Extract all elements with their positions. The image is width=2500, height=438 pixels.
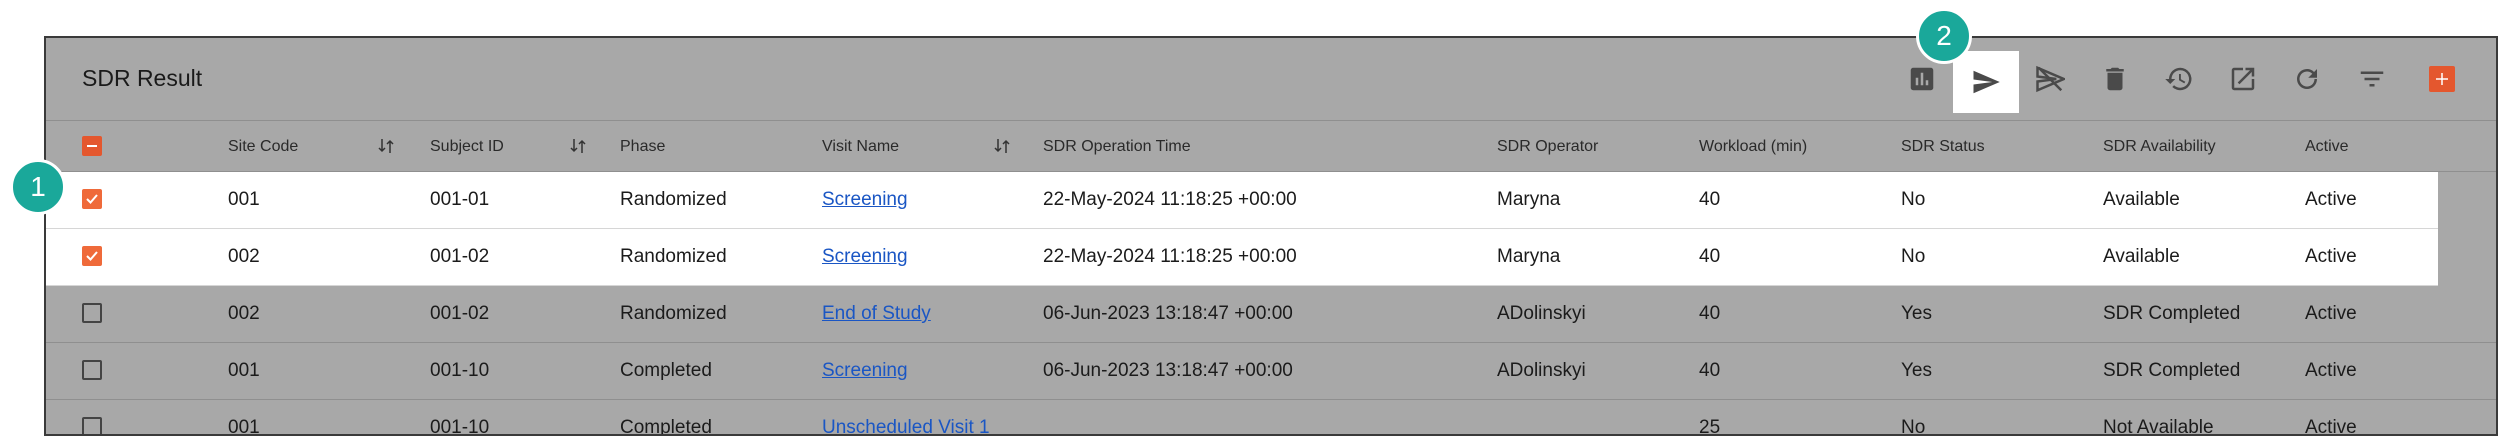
cell-workload: 40 (1699, 360, 1721, 381)
cell-status: Yes (1901, 303, 1932, 324)
cell-workload: 25 (1699, 417, 1721, 436)
unsend-icon (2036, 65, 2065, 93)
column-header-status: SDR Status (1901, 138, 1985, 155)
send-button[interactable] (1953, 51, 2019, 113)
callout-badge-2: 2 (1916, 8, 1972, 64)
row-checkbox[interactable] (82, 189, 102, 209)
unsend-button[interactable] (2031, 60, 2069, 98)
cell-phase: Randomized (620, 303, 727, 324)
cell-phase: Randomized (620, 189, 727, 210)
cell-operation-time: 06-Jun-2023 13:18:47 +00:00 (1043, 303, 1293, 324)
checkmark-icon (86, 194, 98, 204)
cell-site-code: 001 (228, 417, 260, 436)
visit-name-link[interactable]: Screening (822, 246, 908, 268)
cell-availability: SDR Completed (2103, 303, 2241, 324)
select-all-checkbox[interactable] (82, 136, 102, 156)
column-header-subject-id: Subject ID (430, 138, 504, 155)
table-row[interactable]: 002 001-02 Randomized Screening 22-May-2… (46, 229, 2438, 286)
row-checkbox[interactable] (82, 360, 102, 380)
delete-button[interactable] (2096, 60, 2134, 98)
cell-phase: Completed (620, 360, 712, 381)
checkmark-icon (86, 251, 98, 261)
cell-operator: ADolinskyi (1497, 360, 1586, 381)
add-button[interactable] (2429, 66, 2455, 92)
refresh-icon (2297, 69, 2317, 89)
chart-button[interactable] (1903, 60, 1941, 98)
cell-active: Active (2305, 303, 2357, 324)
column-header-availability: SDR Availability (2103, 138, 2216, 155)
history-icon (2165, 67, 2192, 91)
refresh-button[interactable] (2288, 60, 2326, 98)
add-icon (2436, 73, 2448, 85)
cell-availability: Available (2103, 246, 2180, 267)
column-header-active: Active (2305, 138, 2349, 155)
cell-operation-time: 06-Jun-2023 13:18:47 +00:00 (1043, 360, 1293, 381)
column-header-phase: Phase (620, 138, 666, 155)
cell-site-code: 001 (228, 360, 260, 381)
table-header: Site Code Subject ID Phase Visit Name SD… (46, 121, 2496, 172)
history-button[interactable] (2160, 60, 2198, 98)
cell-operator: Maryna (1497, 189, 1561, 210)
panel-header: SDR Result (46, 38, 2496, 121)
visit-name-link[interactable]: Screening (822, 189, 908, 211)
cell-operator: ADolinskyi (1497, 303, 1586, 324)
cell-workload: 40 (1699, 246, 1721, 267)
visit-name-link[interactable]: Screening (822, 360, 908, 382)
cell-status: No (1901, 417, 1926, 436)
cell-subject-id: 001-02 (430, 303, 490, 324)
callout-badge-1: 1 (10, 159, 66, 215)
table-row[interactable]: 001 001-10 Completed Screening 06-Jun-20… (46, 343, 2496, 400)
row-checkbox[interactable] (82, 417, 102, 434)
cell-subject-id: 001-01 (430, 189, 490, 210)
cell-subject-id: 001-02 (430, 246, 490, 267)
cell-status: Yes (1901, 360, 1932, 381)
delete-icon (2106, 67, 2124, 91)
cell-subject-id: 001-10 (430, 417, 490, 436)
cell-workload: 40 (1699, 303, 1721, 324)
open-external-button[interactable] (2224, 60, 2262, 98)
column-header-operation-time: SDR Operation Time (1043, 138, 1191, 155)
cell-status: No (1901, 246, 1926, 267)
cell-site-code: 002 (228, 303, 260, 324)
send-icon (1973, 70, 2000, 94)
row-checkbox[interactable] (82, 303, 102, 323)
sort-icon[interactable] (570, 137, 586, 155)
sort-icon[interactable] (994, 137, 1010, 155)
chart-icon (1910, 67, 1934, 91)
table-row[interactable]: 001 001-10 Completed Unscheduled Visit 1… (46, 400, 2496, 436)
sdr-result-panel: SDR Result Site Code Subject ID Phase Vi… (44, 36, 2498, 436)
filter-icon (2360, 71, 2384, 87)
column-header-visit-name: Visit Name (822, 138, 900, 155)
filter-button[interactable] (2353, 60, 2391, 98)
column-header-operator: SDR Operator (1497, 138, 1599, 155)
cell-phase: Randomized (620, 246, 727, 267)
cell-subject-id: 001-10 (430, 360, 490, 381)
visit-name-link[interactable]: Unscheduled Visit 1 (822, 417, 990, 434)
cell-workload: 40 (1699, 189, 1721, 210)
cell-site-code: 002 (228, 246, 260, 267)
cell-active: Active (2305, 189, 2357, 210)
sort-icon[interactable] (378, 137, 394, 155)
cell-operation-time: 22-May-2024 11:18:25 +00:00 (1043, 189, 1297, 210)
table-row[interactable]: 002 001-02 Randomized End of Study 06-Ju… (46, 286, 2496, 343)
column-header-workload: Workload (min) (1699, 138, 1808, 155)
cell-active: Active (2305, 360, 2357, 381)
cell-phase: Completed (620, 417, 712, 436)
column-header-site-code: Site Code (228, 138, 299, 155)
cell-status: No (1901, 189, 1926, 210)
toolbar (46, 38, 2496, 120)
cell-site-code: 001 (228, 189, 260, 210)
table-row[interactable]: 001 001-01 Randomized Screening 22-May-2… (46, 172, 2438, 229)
visit-name-link[interactable]: End of Study (822, 303, 931, 325)
cell-availability: SDR Completed (2103, 360, 2241, 381)
cell-active: Active (2305, 417, 2357, 436)
cell-availability: Available (2103, 189, 2180, 210)
cell-availability: Not Available (2103, 417, 2214, 436)
cell-operation-time: 22-May-2024 11:18:25 +00:00 (1043, 246, 1297, 267)
cell-operator: Maryna (1497, 246, 1561, 267)
row-checkbox[interactable] (82, 246, 102, 266)
cell-active: Active (2305, 246, 2357, 267)
open-external-icon (2231, 67, 2255, 91)
